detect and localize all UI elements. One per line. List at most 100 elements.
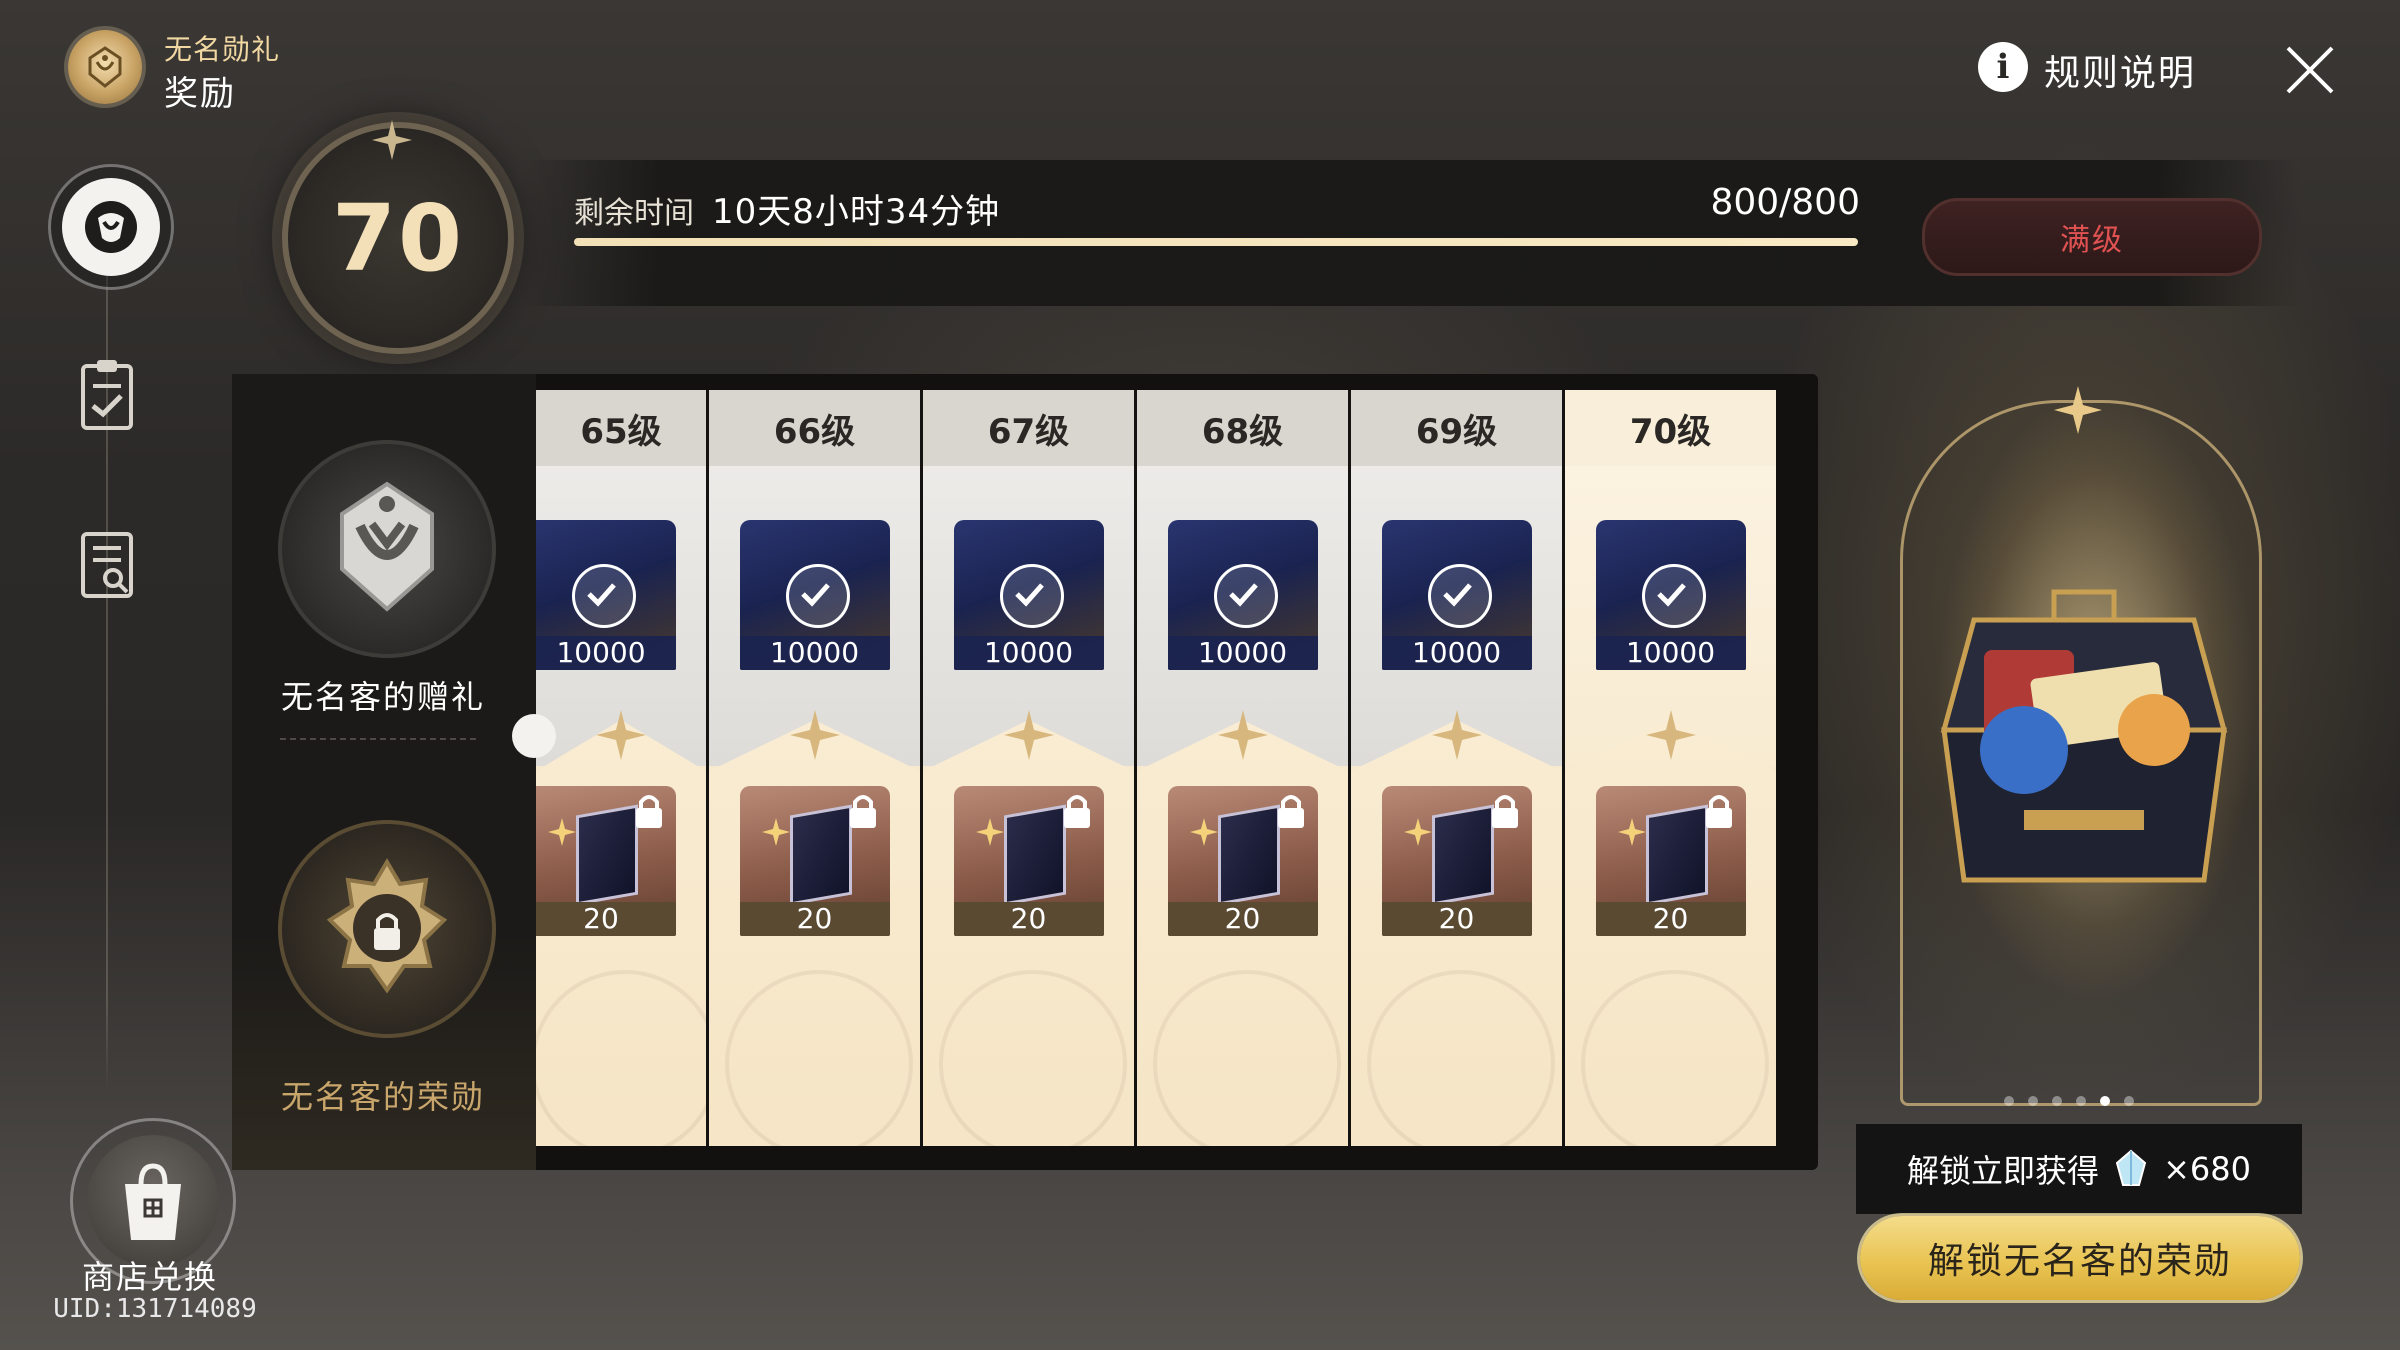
- free-tier-emblem-icon: [278, 440, 496, 658]
- book-icon: [1431, 804, 1494, 906]
- free-reward-qty: 10000: [536, 636, 676, 670]
- carousel-dot[interactable]: [2100, 1096, 2110, 1106]
- level-header: 70级: [1565, 390, 1776, 466]
- shop-exchange-label: 商店兑换: [81, 1258, 218, 1296]
- stamp-watermark: [1366, 970, 1555, 1146]
- carousel-dot[interactable]: [2028, 1096, 2038, 1106]
- book-icon: [576, 804, 638, 906]
- claimed-check-icon: [572, 564, 636, 628]
- nav-connector-line: [106, 190, 108, 1090]
- free-reward-ticket[interactable]: 10000: [536, 520, 676, 670]
- level-label: 69级: [1415, 411, 1498, 452]
- carousel-dots: [2004, 1096, 2164, 1110]
- nav-overview-tab[interactable]: [74, 524, 140, 604]
- max-level-button[interactable]: 满级: [1922, 198, 2262, 276]
- paid-reward-book[interactable]: 20: [953, 786, 1104, 936]
- paid-reward-book[interactable]: 20: [1381, 786, 1532, 936]
- close-icon[interactable]: [2278, 38, 2342, 102]
- stellar-jade-icon: [2115, 1149, 2147, 1186]
- scroll-left-handle[interactable]: [512, 714, 556, 758]
- pass-emblem-icon: [68, 30, 142, 104]
- level-columns: 65级 10000 20 66级 10000 20 67级 10000 20 68级 10000 20…: [536, 390, 1783, 1146]
- free-reward-ticket[interactable]: 10000: [953, 520, 1104, 670]
- free-reward-qty: 10000: [1595, 636, 1746, 670]
- paid-reward-qty: 20: [536, 902, 676, 936]
- level-column: 67级 10000 20: [920, 390, 1134, 1146]
- claimed-check-icon: [785, 564, 850, 628]
- free-reward-qty: 10000: [953, 636, 1104, 670]
- level-label: 65级: [580, 411, 662, 452]
- nav-rewards-tab[interactable]: [48, 164, 174, 290]
- stamp-watermark: [1152, 970, 1341, 1146]
- free-reward-ticket[interactable]: 10000: [1595, 520, 1746, 670]
- free-reward-qty: 10000: [739, 636, 890, 670]
- treasure-chest-icon: [1940, 589, 2228, 883]
- sparkle-icon: [761, 818, 790, 846]
- xp-progress-bar: [574, 238, 1858, 246]
- level-header: 68级: [1137, 390, 1348, 466]
- level-column: 69级 10000 20: [1348, 390, 1562, 1146]
- paid-reward-book[interactable]: 20: [1595, 786, 1746, 936]
- rules-button[interactable]: 规则说明: [2044, 44, 2196, 96]
- claimed-check-icon: [1213, 564, 1278, 628]
- separator-star-icon: [1216, 708, 1270, 762]
- paid-reward-book[interactable]: 20: [536, 786, 676, 936]
- book-icon: [1645, 804, 1708, 906]
- paid-reward-book[interactable]: 20: [739, 786, 890, 936]
- unlock-bonus-label: 解锁立即获得: [1907, 1152, 2100, 1190]
- unlock-premium-button[interactable]: 解锁无名客的荣勋: [1860, 1216, 2300, 1300]
- level-column: 70级 10000 20: [1562, 390, 1776, 1146]
- sparkle-icon: [975, 818, 1004, 846]
- nav-missions-tab[interactable]: [74, 354, 140, 434]
- carousel-dot[interactable]: [2052, 1096, 2062, 1106]
- uid-label: UID:131714089: [53, 1294, 257, 1324]
- free-reward-ticket[interactable]: 10000: [1381, 520, 1532, 670]
- stamp-watermark: [1580, 970, 1769, 1146]
- paid-reward-qty: 20: [1381, 902, 1532, 936]
- level-header: 66级: [709, 390, 920, 466]
- free-reward-ticket[interactable]: 10000: [1167, 520, 1318, 670]
- sparkle-icon: [1189, 818, 1218, 846]
- carousel-dot[interactable]: [2004, 1096, 2014, 1106]
- level-label: 67级: [987, 411, 1070, 452]
- lock-icon: [1491, 795, 1518, 828]
- paid-tier-label: 无名客的荣勋: [280, 1078, 485, 1116]
- claimed-check-icon: [1427, 564, 1492, 628]
- info-icon[interactable]: i: [1978, 42, 2028, 92]
- lock-icon: [1063, 795, 1090, 828]
- claimed-check-icon: [999, 564, 1064, 628]
- level-column: 66级 10000 20: [706, 390, 920, 1146]
- paid-reward-qty: 20: [953, 902, 1104, 936]
- book-icon: [789, 804, 852, 906]
- free-reward-qty: 10000: [1381, 636, 1532, 670]
- level-label: 66级: [773, 411, 856, 452]
- header-subtitle: 无名勋礼: [164, 33, 281, 66]
- tier-divider: [280, 738, 476, 740]
- stamp-watermark: [938, 970, 1127, 1146]
- book-icon: [1003, 804, 1066, 906]
- separator-star-icon: [788, 708, 842, 762]
- xp-progress-fill: [574, 238, 1858, 246]
- paid-reward-qty: 20: [1595, 902, 1746, 936]
- book-icon: [1217, 804, 1280, 906]
- paid-reward-book[interactable]: 20: [1167, 786, 1318, 936]
- document-search-icon: [81, 532, 133, 598]
- carousel-dot[interactable]: [2124, 1096, 2134, 1106]
- lock-icon: [849, 795, 876, 828]
- stamp-watermark: [724, 970, 913, 1146]
- free-reward-ticket[interactable]: 10000: [739, 520, 890, 670]
- level-header: 65级: [536, 390, 706, 466]
- carousel-dot[interactable]: [2076, 1096, 2086, 1106]
- separator-star-icon: [594, 708, 648, 762]
- paid-tier-emblem-icon: [278, 820, 496, 1038]
- paid-reward-qty: 20: [1167, 902, 1318, 936]
- page-title: 奖励: [164, 74, 236, 114]
- level-column: 68级 10000 20: [1134, 390, 1348, 1146]
- level-star-icon: [372, 120, 412, 160]
- current-level: 70: [331, 184, 465, 292]
- unlock-bonus-amount: ×680: [2163, 1150, 2251, 1188]
- free-reward-qty: 10000: [1167, 636, 1318, 670]
- xp-counter: 800/800: [1710, 182, 1860, 223]
- separator-star-icon: [1002, 708, 1056, 762]
- rewards-emblem-icon: [85, 201, 137, 253]
